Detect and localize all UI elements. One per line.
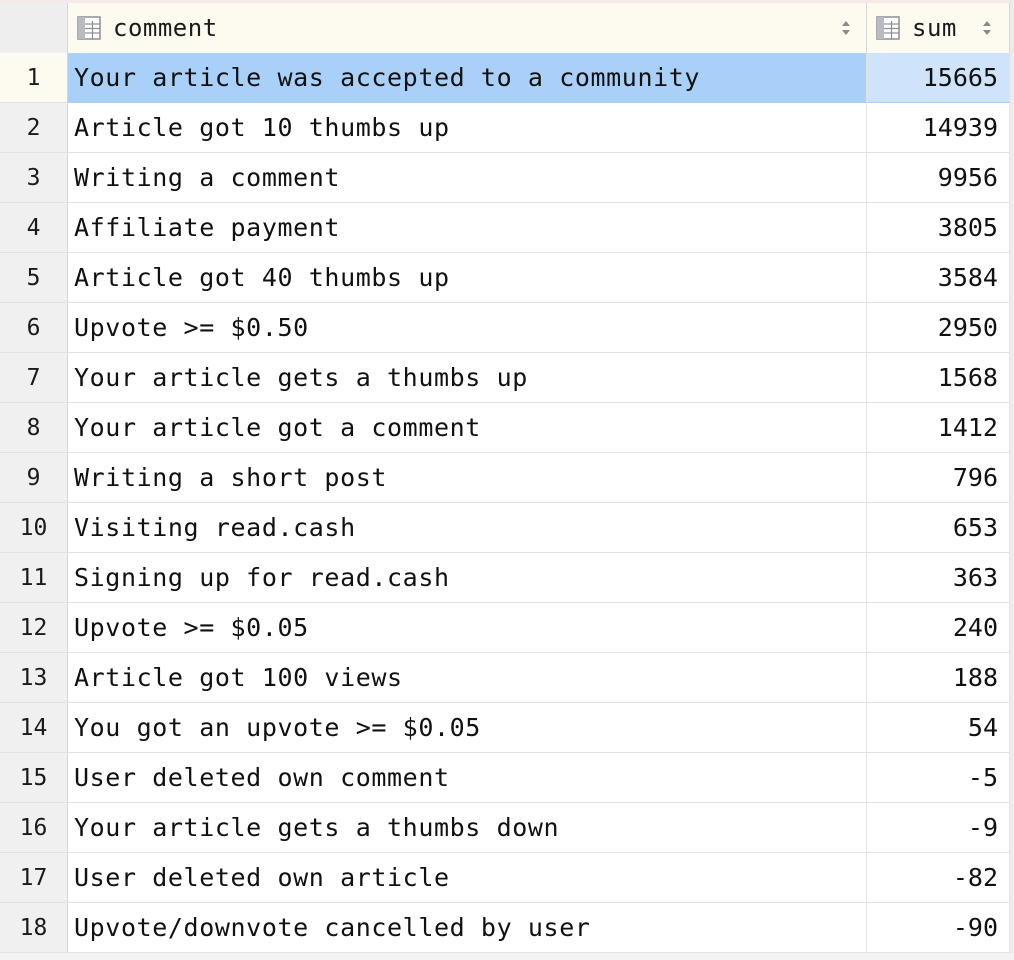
row-number[interactable]: 1 [0,53,68,103]
sort-arrows-icon[interactable] [981,19,993,37]
cell-sum[interactable]: 3584 [867,253,1010,303]
table-row[interactable]: 13 Article got 100 views 188 [0,653,1014,703]
cell-sum[interactable]: -82 [867,853,1010,903]
table-row[interactable]: 15 User deleted own comment -5 [0,753,1014,803]
row-number[interactable]: 14 [0,703,68,753]
table-row[interactable]: 11 Signing up for read.cash 363 [0,553,1014,603]
cell-sum[interactable]: 3805 [867,203,1010,253]
cell-sum[interactable]: 54 [867,703,1010,753]
cell-comment[interactable]: Your article gets a thumbs down [68,803,867,853]
row-number[interactable]: 9 [0,453,68,503]
column-header-label: sum [912,14,957,42]
grid-header: comment sum [0,0,1014,53]
cell-comment[interactable]: Upvote >= $0.05 [68,603,867,653]
cell-sum[interactable]: 9956 [867,153,1010,203]
row-number[interactable]: 18 [0,903,68,953]
table-row[interactable]: 16 Your article gets a thumbs down -9 [0,803,1014,853]
cell-comment[interactable]: Article got 100 views [68,653,867,703]
table-row[interactable]: 17 User deleted own article -82 [0,853,1014,903]
cell-comment[interactable]: Writing a comment [68,153,867,203]
cell-sum[interactable]: -5 [867,753,1010,803]
cell-comment[interactable]: User deleted own article [68,853,867,903]
cell-comment[interactable]: Signing up for read.cash [68,553,867,603]
cell-comment[interactable]: Article got 40 thumbs up [68,253,867,303]
row-number[interactable]: 17 [0,853,68,903]
row-number[interactable]: 3 [0,153,68,203]
row-number[interactable]: 4 [0,203,68,253]
cell-comment[interactable]: Your article got a comment [68,403,867,453]
column-header-label: comment [113,14,218,42]
cell-comment[interactable]: Visiting read.cash [68,503,867,553]
row-number[interactable]: 10 [0,503,68,553]
table-row[interactable]: 4 Affiliate payment 3805 [0,203,1014,253]
row-number[interactable]: 13 [0,653,68,703]
table-row[interactable]: 12 Upvote >= $0.05 240 [0,603,1014,653]
cell-sum[interactable]: 1568 [867,353,1010,403]
cell-comment[interactable]: You got an upvote >= $0.05 [68,703,867,753]
table-row[interactable]: 10 Visiting read.cash 653 [0,503,1014,553]
table-row[interactable]: 5 Article got 40 thumbs up 3584 [0,253,1014,303]
row-number[interactable]: 8 [0,403,68,453]
cell-comment[interactable]: Affiliate payment [68,203,867,253]
table-column-icon [876,16,900,40]
row-number[interactable]: 2 [0,103,68,153]
cell-comment[interactable]: Upvote/downvote cancelled by user [68,903,867,953]
table-column-icon [77,16,101,40]
table-row[interactable]: 18 Upvote/downvote cancelled by user -90 [0,903,1014,953]
sort-arrows-icon[interactable] [840,19,852,37]
table-row[interactable]: 8 Your article got a comment 1412 [0,403,1014,453]
row-number[interactable]: 6 [0,303,68,353]
cell-sum[interactable]: 653 [867,503,1010,553]
grid-bottom-edge [0,953,1014,960]
cell-sum[interactable]: 15665 [867,53,1010,103]
table-row[interactable]: 6 Upvote >= $0.50 2950 [0,303,1014,353]
table-row[interactable]: 7 Your article gets a thumbs up 1568 [0,353,1014,403]
cell-sum[interactable]: -90 [867,903,1010,953]
row-number[interactable]: 5 [0,253,68,303]
grid-corner[interactable] [0,3,68,53]
table-row[interactable]: 9 Writing a short post 796 [0,453,1014,503]
cell-sum[interactable]: 240 [867,603,1010,653]
cell-comment[interactable]: Article got 10 thumbs up [68,103,867,153]
cell-sum[interactable]: 796 [867,453,1010,503]
results-grid: comment sum 1 Your article was accepted t [0,0,1014,960]
cell-sum[interactable]: 14939 [867,103,1010,153]
cell-sum[interactable]: 2950 [867,303,1010,353]
table-row[interactable]: 3 Writing a comment 9956 [0,153,1014,203]
cell-sum[interactable]: 188 [867,653,1010,703]
cell-sum[interactable]: 1412 [867,403,1010,453]
table-row[interactable]: 14 You got an upvote >= $0.05 54 [0,703,1014,753]
cell-comment[interactable]: User deleted own comment [68,753,867,803]
grid-right-edge [1010,0,1014,960]
cell-comment[interactable]: Writing a short post [68,453,867,503]
column-header-comment[interactable]: comment [68,3,867,53]
table-row[interactable]: 1 Your article was accepted to a communit… [0,53,1014,103]
table-row[interactable]: 2 Article got 10 thumbs up 14939 [0,103,1014,153]
cell-comment[interactable]: Upvote >= $0.50 [68,303,867,353]
cell-comment[interactable]: Your article gets a thumbs up [68,353,867,403]
cell-sum[interactable]: -9 [867,803,1010,853]
row-number[interactable]: 11 [0,553,68,603]
row-number[interactable]: 15 [0,753,68,803]
row-number[interactable]: 12 [0,603,68,653]
cell-comment[interactable]: Your article was accepted to a community [68,53,867,103]
row-number[interactable]: 16 [0,803,68,853]
column-header-sum[interactable]: sum [867,3,1010,53]
cell-sum[interactable]: 363 [867,553,1010,603]
row-number[interactable]: 7 [0,353,68,403]
